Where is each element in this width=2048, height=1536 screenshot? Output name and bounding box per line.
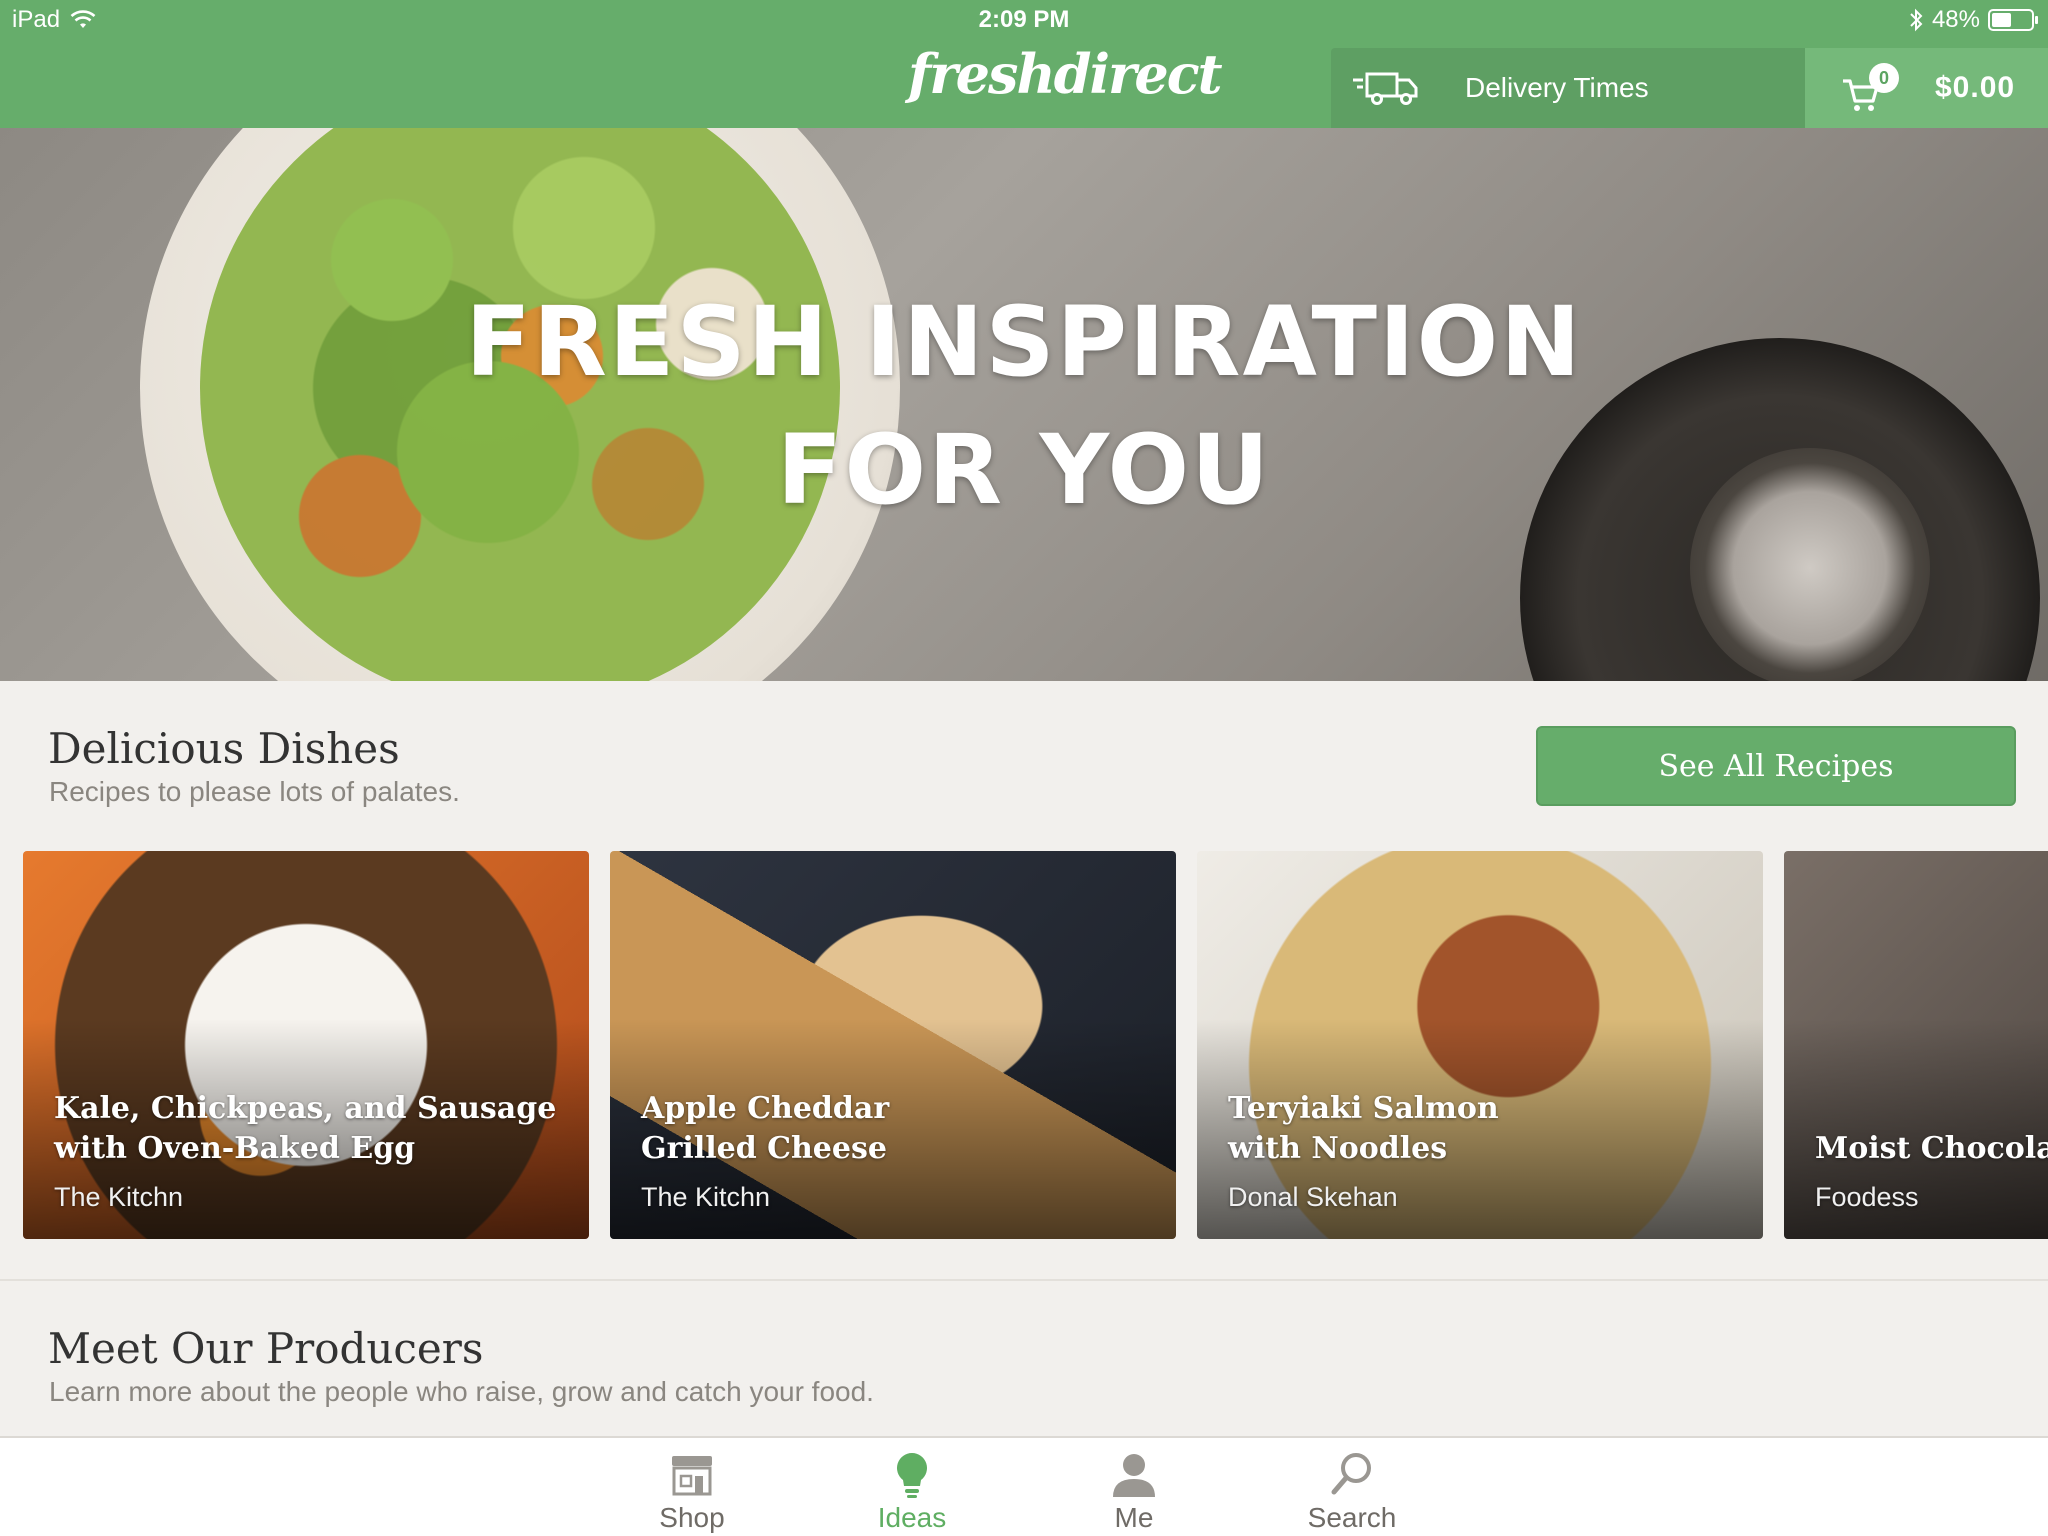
recipe-card[interactable]: Teryiaki Salmon with Noodles Donal Skeha… [1197, 851, 1763, 1239]
tab-ideas-label: Ideas [877, 1502, 947, 1533]
recipe-card[interactable]: Apple Cheddar Grilled Cheese The Kitchn [610, 851, 1176, 1239]
dishes-section-title: Delicious Dishes [48, 724, 400, 773]
bluetooth-icon [1910, 8, 1923, 32]
tab-ideas[interactable]: Ideas [832, 1450, 992, 1534]
freshdirect-logo[interactable]: freshdirect [908, 42, 1223, 106]
producers-section-title: Meet Our Producers [48, 1324, 484, 1373]
tab-search-label: Search [1307, 1502, 1397, 1533]
battery-percent: 48% [1931, 6, 1980, 33]
recipe-title: Teryiaki Salmon with Noodles [1228, 1091, 1499, 1166]
recipe-carousel[interactable]: Kale, Chickpeas, and Sausage with Oven-B… [23, 851, 2048, 1239]
status-time: 2:09 PM [978, 6, 1070, 33]
recipe-card[interactable]: Moist Chocolat Foodess [1784, 851, 2048, 1239]
person-icon [1113, 1454, 1155, 1497]
tab-search[interactable]: Search [1272, 1450, 1432, 1534]
recipe-card[interactable]: Kale, Chickpeas, and Sausage with Oven-B… [23, 851, 589, 1239]
delivery-times-button[interactable]: Delivery Times [1331, 48, 1805, 128]
hero-title-line-1: FRESH INSPIRATION [465, 286, 1583, 398]
delivery-truck-icon [1353, 72, 1418, 105]
recipe-source: Foodess [1815, 1182, 1919, 1212]
recipe-title: Apple Cheddar Grilled Cheese [641, 1091, 890, 1166]
tab-shop[interactable]: Shop [612, 1450, 772, 1534]
cart-count-badge: 0 [1869, 63, 1899, 93]
delivery-times-label: Delivery Times [1465, 72, 1649, 103]
battery-icon [1988, 9, 2038, 31]
tab-bar: Shop Ideas Me Search [0, 1436, 2048, 1536]
magnifier-icon [1331, 1453, 1371, 1495]
app-header: iPad 2:09 PM 48% freshdirect Delivery Ti… [0, 0, 2048, 128]
recipe-source: Donal Skehan [1228, 1182, 1398, 1212]
tab-shop-label: Shop [659, 1502, 725, 1533]
dishes-section-subtitle: Recipes to please lots of palates. [49, 776, 460, 807]
lightbulb-icon [897, 1453, 927, 1498]
status-right: 48% [1908, 6, 2038, 34]
section-divider [0, 1279, 2048, 1281]
recipe-source: The Kitchn [54, 1182, 184, 1212]
recipe-title: Moist Chocolat [1815, 1131, 2048, 1166]
recipe-source: The Kitchn [641, 1182, 771, 1212]
tab-me[interactable]: Me [1054, 1450, 1214, 1534]
hero-banner[interactable]: FRESH INSPIRATION FOR YOU [0, 128, 2048, 681]
storefront-icon [672, 1456, 712, 1496]
cart-button[interactable]: 0 $0.00 [1805, 48, 2048, 128]
producers-section-subtitle: Learn more about the people who raise, g… [49, 1376, 874, 1407]
cart-total: $0.00 [1935, 71, 2016, 104]
see-all-recipes-button[interactable]: See All Recipes [1536, 726, 2016, 806]
recipe-title: Kale, Chickpeas, and Sausage with Oven-B… [54, 1091, 557, 1166]
hero-title: FRESH INSPIRATION FOR YOU [0, 278, 2048, 534]
hero-title-line-2: FOR YOU [776, 414, 1272, 526]
tab-me-label: Me [1114, 1502, 1154, 1533]
